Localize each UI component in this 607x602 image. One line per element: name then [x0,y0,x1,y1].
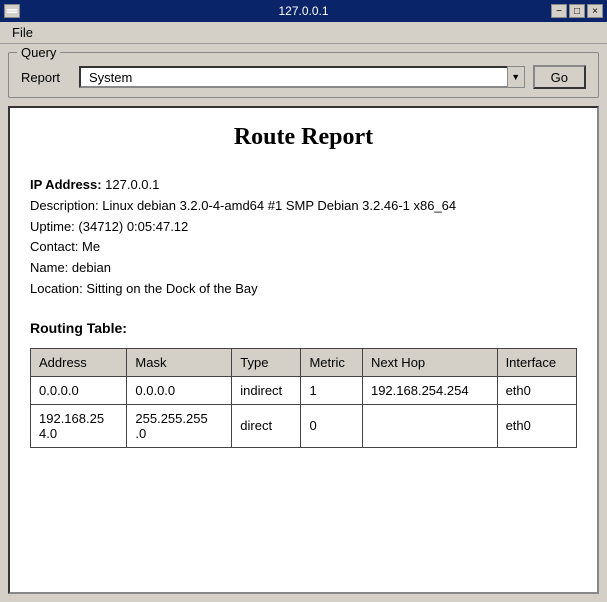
file-menu[interactable]: File [4,23,41,42]
report-select[interactable]: System Interface Route [79,66,525,88]
cell-address-1: 0.0.0.0 [31,376,127,404]
report-label: Report [21,70,71,85]
title-bar: 127.0.0.1 − □ × [0,0,607,22]
name-line: Name: debian [30,258,577,279]
col-metric: Metric [301,348,363,376]
window-controls: − □ × [551,4,603,18]
query-legend: Query [17,45,60,60]
routing-table: Address Mask Type Metric Next Hop Interf… [30,348,577,448]
ip-value: 127.0.0.1 [105,177,159,192]
table-row: 0.0.0.0 0.0.0.0 indirect 1 192.168.254.2… [31,376,577,404]
cell-mask-2: 255.255.255.0 [127,404,232,447]
routing-table-title: Routing Table: [30,320,577,336]
report-area[interactable]: Route Report IP Address: 127.0.0.1 Descr… [8,106,599,594]
report-info: IP Address: 127.0.0.1 Description: Linux… [30,175,577,300]
main-area: Query Report System Interface Route ▼ Go… [0,44,607,602]
location-line: Location: Sitting on the Dock of the Bay [30,279,577,300]
contact-line: Contact: Me [30,237,577,258]
query-row: Report System Interface Route ▼ Go [21,65,586,89]
col-type: Type [232,348,301,376]
cell-nexthop-1: 192.168.254.254 [362,376,497,404]
report-select-wrapper: System Interface Route ▼ [79,66,525,88]
cell-interface-2: eth0 [497,404,576,447]
col-interface: Interface [497,348,576,376]
go-button[interactable]: Go [533,65,586,89]
menu-bar: File [0,22,607,44]
col-address: Address [31,348,127,376]
cell-address-2: 192.168.254.0 [31,404,127,447]
cell-mask-1: 0.0.0.0 [127,376,232,404]
query-panel: Query Report System Interface Route ▼ Go [8,52,599,98]
close-button[interactable]: × [587,4,603,18]
table-header-row: Address Mask Type Metric Next Hop Interf… [31,348,577,376]
system-menu-button[interactable] [4,4,20,18]
cell-metric-2: 0 [301,404,363,447]
col-mask: Mask [127,348,232,376]
report-title: Route Report [30,124,577,151]
cell-nexthop-2 [362,404,497,447]
ip-label: IP Address: [30,177,102,192]
window-title: 127.0.0.1 [56,4,551,18]
col-nexthop: Next Hop [362,348,497,376]
cell-type-2: direct [232,404,301,447]
minimize-button[interactable]: − [551,4,567,18]
uptime-line: Uptime: (34712) 0:05:47.12 [30,217,577,238]
maximize-button[interactable]: □ [569,4,585,18]
cell-metric-1: 1 [301,376,363,404]
cell-type-1: indirect [232,376,301,404]
table-row: 192.168.254.0 255.255.255.0 direct 0 eth… [31,404,577,447]
cell-interface-1: eth0 [497,376,576,404]
description-line: Description: Linux debian 3.2.0-4-amd64 … [30,196,577,217]
ip-line: IP Address: 127.0.0.1 [30,175,577,196]
